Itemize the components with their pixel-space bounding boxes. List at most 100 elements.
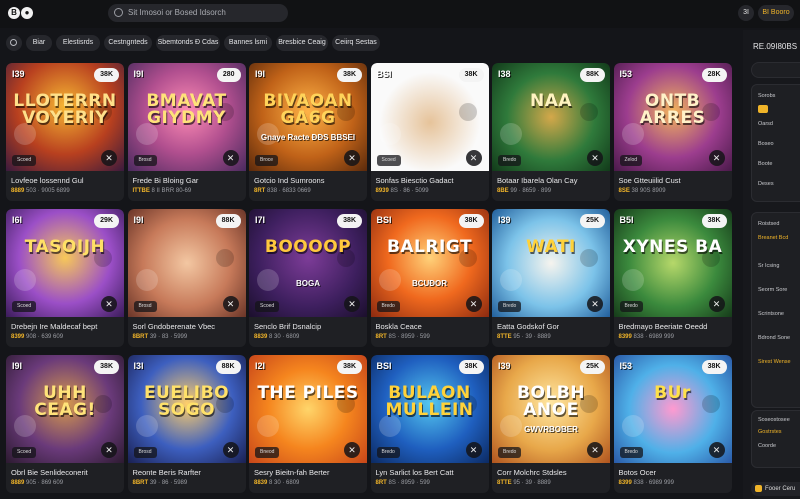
game-card[interactable]: BOOOOP BOGA I7I 38K Scoed ✕ Senclo Brif Dsnalc… <box>249 209 367 347</box>
game-card[interactable]: ONTB ARRES I53 28K Zelod ✕ Soe Gtteuiilid Cus… <box>613 63 732 201</box>
panel2-line-2[interactable]: Sr Icsing <box>758 263 779 269</box>
tools-icon[interactable]: ✕ <box>344 150 360 166</box>
game-card[interactable]: BALRIGT BCUÐOR BSI 38K Bredo ✕ Boskla Ceace 8RT… <box>370 209 489 347</box>
sidebar-input[interactable] <box>751 62 800 78</box>
tools-icon[interactable]: ✕ <box>708 150 725 166</box>
game-thumbnail[interactable]: BALRIGT BCUÐOR BSI 38K Bredo ✕ <box>370 209 489 317</box>
play-button[interactable]: Scoed <box>12 301 37 312</box>
play-button[interactable]: Bredo <box>498 447 522 458</box>
game-card[interactable]: TASOIJH I6I 29K Scoed ✕ Drebejn Ire Maldecaf … <box>6 209 124 347</box>
game-thumbnail[interactable]: LLOTERRN VOYERIY I39 38K Scoed ✕ <box>6 63 124 171</box>
game-thumbnail[interactable]: BOOOOP BOGA I7I 38K Scoed ✕ <box>249 209 367 317</box>
game-thumbnail[interactable]: BMAVAT GIYDMY I9I 280 Brosd ✕ <box>127 63 246 171</box>
tools-icon[interactable]: ✕ <box>222 442 239 458</box>
panel2-line-4[interactable]: Scrintsone <box>758 311 784 317</box>
game-name[interactable]: Obrl Bie Senlideconerit <box>11 468 121 477</box>
game-name[interactable]: Drebejn Ire Maldecaf bept <box>11 322 121 331</box>
game-name[interactable]: Lyn Sarlict los Bert Catt <box>376 468 486 477</box>
play-button[interactable]: Bneod <box>255 447 280 458</box>
play-button[interactable]: Bredo <box>498 155 522 166</box>
tools-icon[interactable]: ✕ <box>344 296 360 312</box>
play-button[interactable]: Zelod <box>619 155 643 166</box>
panel3-line-1[interactable]: Gostrstes <box>758 429 782 435</box>
game-card[interactable]: BMAVAT GIYDMY I9I 280 Brosd ✕ Frede Bi Bloing… <box>127 63 246 201</box>
tools-icon[interactable]: ✕ <box>587 442 603 458</box>
game-name[interactable]: Boskla Ceace <box>376 322 486 331</box>
tools-icon[interactable]: ✕ <box>101 442 117 458</box>
game-name[interactable]: Frede Bi Bloing Gar <box>133 176 243 185</box>
chip-5[interactable]: Bresbice Ceaig <box>276 35 328 51</box>
game-name[interactable]: Eatta Godskof Gor <box>497 322 607 331</box>
game-card[interactable]: BOLBH ANOE GWVRBOBER I39 25K Bredo ✕ Corr Molc… <box>492 355 610 493</box>
play-button[interactable]: Brosd <box>133 447 157 458</box>
game-name[interactable]: Botos Ocer <box>619 468 729 477</box>
game-card[interactable]: BSI 38K Scoed ✕ Sonfas Biesctio Gadact 8939 8… <box>370 63 489 201</box>
brand-logo[interactable]: B ● <box>8 6 34 20</box>
game-card[interactable]: LLOTERRN VOYERIY I39 38K Scoed ✕ Lovfeoe loss… <box>6 63 124 201</box>
tools-icon[interactable]: ✕ <box>587 150 603 166</box>
game-thumbnail[interactable]: EUELIBO SOGO I3I 88K Brosd ✕ <box>127 355 246 463</box>
play-button[interactable]: Bredo <box>498 301 522 312</box>
game-thumbnail[interactable]: THE PILES I2I 38K Bneod ✕ <box>249 355 367 463</box>
game-thumbnail[interactable]: UHH CEAG! I9I 38K Scoed ✕ <box>6 355 124 463</box>
play-button[interactable]: Broce <box>255 155 279 166</box>
tools-icon[interactable]: ✕ <box>222 296 239 312</box>
notifications-button[interactable]: 3I <box>738 5 754 21</box>
game-card[interactable]: UHH CEAG! I9I 38K Scoed ✕ Obrl Bie Senlidecon… <box>6 355 124 493</box>
panel2-line-1[interactable]: Breanet Bcd <box>758 235 788 241</box>
game-card[interactable]: XYNES BA B5I 38K Bredo ✕ Bredmayo Beeriate Oe… <box>613 209 732 347</box>
game-card[interactable]: WATI I39 25K Bredo ✕ Eatta Godskof Gor 8TTE 95… <box>492 209 610 347</box>
panel1-line-1[interactable]: Oarsd <box>758 121 773 127</box>
chip-1[interactable]: Elestisrds <box>56 35 100 51</box>
panel2-line-5[interactable]: Bdrond Sone <box>758 335 790 341</box>
game-name[interactable]: Reonte Beris Rarfter <box>133 468 243 477</box>
tools-icon[interactable]: ✕ <box>344 442 360 458</box>
game-thumbnail[interactable]: I9I 88K Brosd ✕ <box>127 209 246 317</box>
game-card[interactable]: BIVAOAN GA6G Gnaye Racte ÐÐS BBSEI I9I 38K B… <box>249 63 367 201</box>
tools-icon[interactable]: ✕ <box>465 442 482 458</box>
play-button[interactable]: Scoed <box>12 447 37 458</box>
chip-0[interactable]: Biar <box>26 35 52 51</box>
tools-icon[interactable]: ✕ <box>101 150 117 166</box>
game-name[interactable]: Sonfas Biesctio Gadact <box>376 176 486 185</box>
filter-search-button[interactable] <box>6 35 22 51</box>
panel2-line-6[interactable]: Sirest Wense <box>758 359 791 365</box>
chip-3[interactable]: Sbemtonds Ð Cdas <box>156 35 220 51</box>
panel1-line-2[interactable]: Boseo <box>758 141 774 147</box>
game-name[interactable]: Soe Gtteuiilid Cust <box>619 176 729 185</box>
game-name[interactable]: Sesry Bieitn-fah Berter <box>254 468 364 477</box>
play-button[interactable]: Brosd <box>133 155 157 166</box>
play-button[interactable]: Scoed <box>255 301 280 312</box>
game-card[interactable]: NAA I38 88K Bredo ✕ Botaar Ibarela Olan Cay 8B… <box>492 63 610 201</box>
play-button[interactable]: Bredo <box>376 447 400 458</box>
search-input[interactable]: Sit Imosoi or Bosed Idsorch <box>108 4 288 22</box>
game-thumbnail[interactable]: BULAON MULLEIN BSI 38K Bredo ✕ <box>370 355 489 463</box>
panel3-line-2[interactable]: Coorde <box>758 443 776 449</box>
tools-icon[interactable]: ✕ <box>465 150 482 166</box>
panel2-line-3[interactable]: Seorm Sore <box>758 287 787 293</box>
game-card[interactable]: I9I 88K Brosd ✕ Sorl Gndoberenate Vbec 8BRT 3… <box>127 209 246 347</box>
game-name[interactable]: Sorl Gndoberenate Vbec <box>133 322 243 331</box>
game-thumbnail[interactable]: BIVAOAN GA6G Gnaye Racte ÐÐS BBSEI I9I 38K B… <box>249 63 367 171</box>
game-name[interactable]: Lovfeoe lossennd Gul <box>11 176 121 185</box>
play-button[interactable]: Scoed <box>12 155 37 166</box>
tools-icon[interactable]: ✕ <box>222 150 239 166</box>
game-card[interactable]: BUr I53 38K Bredo ✕ Botos Ocer 8399 838 · 6989… <box>613 355 732 493</box>
balance-button[interactable]: BI Booro <box>758 5 794 21</box>
game-name[interactable]: Senclo Brif Dsnalcip <box>254 322 364 331</box>
chip-4[interactable]: Bannes lsmi <box>224 35 272 51</box>
game-thumbnail[interactable]: TASOIJH I6I 29K Scoed ✕ <box>6 209 124 317</box>
panel1-line-4[interactable]: Deses <box>758 181 774 187</box>
game-name[interactable]: Gotcio Ind Sumroons <box>254 176 364 185</box>
game-name[interactable]: Botaar Ibarela Olan Cay <box>497 176 607 185</box>
game-thumbnail[interactable]: NAA I38 88K Bredo ✕ <box>492 63 610 171</box>
chip-2[interactable]: Cestngnteds <box>104 35 152 51</box>
play-button[interactable]: Brosd <box>133 301 157 312</box>
tools-icon[interactable]: ✕ <box>465 296 482 312</box>
game-thumbnail[interactable]: BOLBH ANOE GWVRBOBER I39 25K Bredo ✕ <box>492 355 610 463</box>
game-thumbnail[interactable]: ONTB ARRES I53 28K Zelod ✕ <box>613 63 732 171</box>
play-button[interactable]: Bredo <box>619 301 643 312</box>
game-name[interactable]: Corr Molchrc Stdsles <box>497 468 607 477</box>
game-thumbnail[interactable]: WATI I39 25K Bredo ✕ <box>492 209 610 317</box>
game-card[interactable]: EUELIBO SOGO I3I 88K Brosd ✕ Reonte Beris Rar… <box>127 355 246 493</box>
